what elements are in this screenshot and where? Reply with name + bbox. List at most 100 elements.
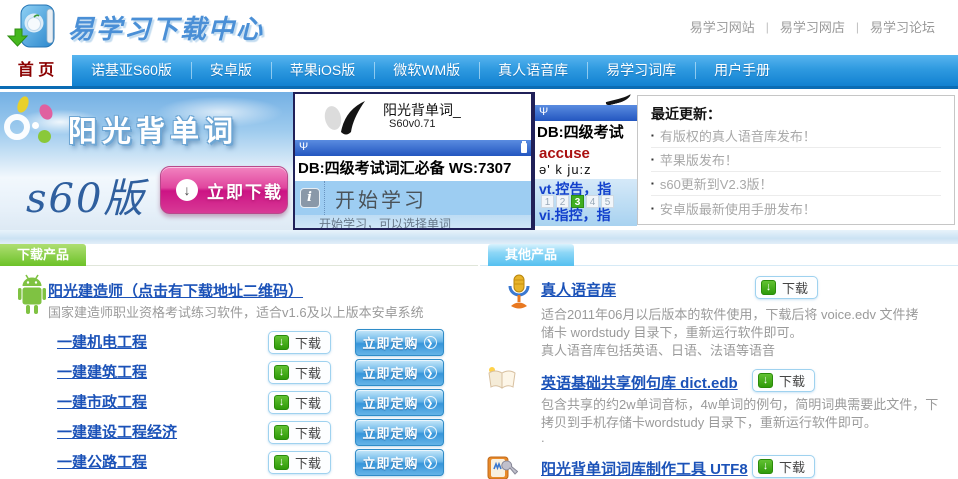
header: 易学习下载中心 易学习网站 | 易学习网店 | 易学习论坛 <box>0 0 958 55</box>
dict-tool-icon <box>486 455 518 479</box>
news-item[interactable]: ▪ 安卓版最新使用手册发布！ <box>651 196 941 220</box>
product-link[interactable]: 一建公路工程 <box>57 448 147 478</box>
bird-logo-icon <box>319 98 369 136</box>
order-now-button[interactable]: 立即定购 ❯ <box>355 329 444 356</box>
bullet-icon: ▪ <box>651 179 654 188</box>
download-button[interactable]: ↓ 下载 <box>268 421 331 444</box>
order-arrow-icon: ❯ <box>424 336 437 349</box>
phonetic: ə' k ju:z <box>539 162 637 177</box>
nav-item-home[interactable]: 首 页 <box>0 55 72 86</box>
downloads-tabbar: 下载产品 <box>0 244 478 266</box>
download-button[interactable]: ↓ 下载 <box>268 451 331 474</box>
news-item[interactable]: ▪ 苹果版发布！ <box>651 148 941 172</box>
product-link[interactable]: 一建机电工程 <box>57 328 147 358</box>
product-link-dict-tool[interactable]: 阳光背单词词库制作工具 UTF8 <box>541 458 748 479</box>
news-item-text: 苹果版发布！ <box>660 150 738 169</box>
download-arrow-icon: ↓ <box>758 373 773 388</box>
banner-title: 阳光背单词 <box>68 108 238 150</box>
bird-logo-partial-icon <box>604 92 632 106</box>
nav-item-voice-lib[interactable]: 真人语音库 <box>479 55 587 86</box>
download-row: 一建公路工程 ↓ 下载 立即定购 ❯ <box>0 448 478 478</box>
download-arrow-icon: ↓ <box>274 425 289 440</box>
download-row: 一建建筑工程 ↓ 下载 立即定购 ❯ <box>0 358 478 388</box>
headword-block: accuse ə' k ju:z <box>535 145 637 179</box>
download-button[interactable]: ↓ 下载 <box>755 276 818 299</box>
microphone-icon <box>505 274 533 312</box>
promo-banner: 阳光背单词 s60版 ↓ 立即下载 <box>0 92 293 230</box>
download-rows: 一建机电工程 ↓ 下载 立即定购 ❯ 一建建筑工程 ↓ 下载 立即定购 <box>0 328 478 478</box>
bullet-icon: ▪ <box>651 204 654 213</box>
order-now-button[interactable]: 立即定购 ❯ <box>355 359 444 386</box>
status-bar: Ψ <box>295 140 531 156</box>
antenna-icon: Ψ <box>299 141 308 153</box>
download-arrow-icon: ↓ <box>176 179 198 201</box>
site-logo[interactable]: 易学习下载中心 <box>6 2 264 52</box>
menu-item-label: 开始学习 <box>335 184 427 213</box>
product-desc-line: 包含共享的约2w单词音标，4w单词的例句，简明词典需要此文件，下 <box>541 394 938 413</box>
screenshot-top-strip <box>535 92 637 105</box>
menu-icon-column: i <box>295 181 325 215</box>
menu-selected-row[interactable]: i 开始学习 <box>295 181 531 215</box>
product-link[interactable]: 一建建筑工程 <box>57 358 147 388</box>
download-button[interactable]: ↓ 下载 <box>752 369 815 392</box>
antenna-icon: Ψ <box>539 106 548 118</box>
db-status-line: DB:四级考试 <box>535 121 637 145</box>
download-button[interactable]: ↓ 下载 <box>268 361 331 384</box>
order-arrow-icon: ❯ <box>424 456 437 469</box>
sun-splash-icon <box>2 98 64 156</box>
tab-other-products[interactable]: 其他产品 <box>488 244 574 266</box>
news-item-text: 有版权的真人语音库发布！ <box>660 126 816 145</box>
order-now-button[interactable]: 立即定购 ❯ <box>355 419 444 446</box>
download-arrow-icon: ↓ <box>274 365 289 380</box>
product-link-example-db[interactable]: 英语基础共享例句库 dict.edb <box>541 372 738 393</box>
product-desc-line: . <box>541 430 545 445</box>
news-item-text: 安卓版最新使用手册发布！ <box>660 199 816 218</box>
product-link[interactable]: 一建市政工程 <box>57 388 147 418</box>
product-link[interactable]: 一建建设工程经济 <box>57 418 177 448</box>
download-button[interactable]: ↓ 下载 <box>268 391 331 414</box>
downloads-section: 下载产品 阳光建造师（点击有下载地址二维码） 国家建造师职业资格考试练习软件，适… <box>0 244 478 479</box>
nav-item-wm[interactable]: 微软WM版 <box>374 55 479 86</box>
nav-item-manual[interactable]: 用户手册 <box>695 55 789 86</box>
open-book-icon <box>486 366 518 394</box>
android-icon <box>17 272 47 318</box>
top-link-forum[interactable]: 易学习论坛 <box>870 17 935 36</box>
news-item[interactable]: ▪ 有版权的真人语音库发布！ <box>651 124 941 148</box>
download-arrow-icon: ↓ <box>758 459 773 474</box>
top-link-website[interactable]: 易学习网站 <box>690 17 755 36</box>
nav-item-dict-lib[interactable]: 易学习词库 <box>587 55 695 86</box>
bullet-icon: ▪ <box>651 131 654 140</box>
screenshot-app-menu: 阳光背单词_ S60v0.71 Ψ DB:四级考试词汇必备 WS:7307 i … <box>293 92 533 230</box>
link-separator: | <box>766 20 769 34</box>
download-button[interactable]: ↓ 下载 <box>752 455 815 478</box>
recent-updates-title: 最近更新： <box>651 104 941 124</box>
order-arrow-icon: ❯ <box>424 426 437 439</box>
page: 易学习下载中心 易学习网站 | 易学习网店 | 易学习论坛 首 页 诺基亚S60… <box>0 0 958 479</box>
screenshot-word-view: Ψ DB:四级考试 accuse ə' k ju:z vt.控告，指 1 2 3… <box>533 92 637 230</box>
meaning-vi: vi.指控，指 <box>539 205 611 225</box>
meanings-block: vt.控告，指 1 2 3 4 5 vi.指控，指 <box>535 179 637 226</box>
app-version: S60v0.71 <box>389 118 435 130</box>
tab-downloads[interactable]: 下载产品 <box>0 244 86 266</box>
news-item-text: s60更新到V2.3版！ <box>660 174 773 193</box>
status-bar: Ψ <box>535 105 637 121</box>
backpack-download-icon <box>6 2 64 52</box>
battery-icon <box>521 143 527 153</box>
order-now-button[interactable]: 立即定购 ❯ <box>355 389 444 416</box>
download-arrow-icon: ↓ <box>274 455 289 470</box>
top-link-shop[interactable]: 易学习网店 <box>780 17 845 36</box>
nav-item-nokia-s60[interactable]: 诺基亚S60版 <box>72 55 191 86</box>
site-title: 易学习下载中心 <box>68 9 264 46</box>
divider-band <box>0 230 958 244</box>
order-now-button[interactable]: 立即定购 ❯ <box>355 449 444 476</box>
download-arrow-icon: ↓ <box>274 335 289 350</box>
product-link-voice-lib[interactable]: 真人语音库 <box>541 279 616 300</box>
nav-item-ios[interactable]: 苹果iOS版 <box>271 55 374 86</box>
nav-item-android[interactable]: 安卓版 <box>191 55 271 86</box>
product-link-builder[interactable]: 阳光建造师（点击有下载地址二维码） <box>48 280 303 301</box>
news-item[interactable]: ▪ s60更新到V2.3版！ <box>651 172 941 196</box>
product-desc-line: 真人语音库包括英语、日语、法语等语音 <box>541 340 775 359</box>
banner-download-button[interactable]: ↓ 立即下载 <box>160 166 288 214</box>
download-button[interactable]: ↓ 下载 <box>268 331 331 354</box>
product-desc-line: 拷贝到手机存储卡wordstudy 目录下，重新运行软件即可。 <box>541 412 877 431</box>
